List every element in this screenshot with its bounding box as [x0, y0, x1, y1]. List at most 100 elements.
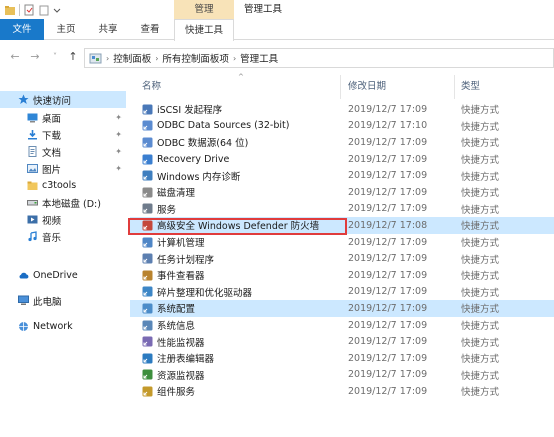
nav-label: Network	[33, 321, 73, 332]
table-row[interactable]: 系统信息 2019/12/7 17:09 快捷方式	[130, 317, 554, 334]
nav-item-network[interactable]: Network	[0, 318, 126, 335]
column-header-date[interactable]: 修改日期	[348, 75, 386, 99]
file-type: 快捷方式	[461, 370, 500, 382]
network-icon	[18, 321, 29, 332]
file-date: 2019/12/7 17:09	[348, 269, 428, 281]
file-type: 快捷方式	[461, 254, 500, 266]
table-row[interactable]: 性能监视器 2019/12/7 17:09 快捷方式	[130, 333, 554, 350]
nav-label: 本地磁盘 (D:)	[42, 198, 101, 210]
nav-label: 下载	[42, 130, 62, 142]
file-name: 注册表编辑器	[157, 354, 215, 366]
file-name: 计算机管理	[157, 238, 205, 250]
tab-view[interactable]: 查看	[132, 19, 168, 40]
file-name: 碎片整理和优化驱动器	[157, 287, 253, 299]
file-type: 快捷方式	[461, 188, 500, 200]
nav-item-local-disk-d[interactable]: 本地磁盘 (D:)	[0, 194, 126, 211]
nav-label: 图片	[42, 164, 62, 176]
column-header-type[interactable]: 类型	[461, 75, 480, 99]
shortcut-icon	[142, 270, 153, 281]
file-name: 系统配置	[157, 304, 196, 316]
table-row[interactable]: ODBC Data Sources (32-bit) 2019/12/7 17:1…	[130, 118, 554, 135]
file-name: 事件查看器	[157, 271, 205, 283]
properties-icon[interactable]	[23, 4, 35, 16]
music-icon	[27, 231, 38, 242]
pin-icon[interactable]: ✦	[115, 164, 122, 173]
nav-label: c3tools	[42, 180, 77, 191]
file-date: 2019/12/7 17:08	[348, 219, 428, 231]
table-row[interactable]: 服务 2019/12/7 17:09 快捷方式	[130, 201, 554, 218]
nav-item-videos[interactable]: 视频	[0, 211, 126, 228]
table-row[interactable]: 组件服务 2019/12/7 17:09 快捷方式	[130, 383, 554, 400]
nav-item-onedrive[interactable]: OneDrive	[0, 267, 126, 284]
table-row[interactable]: 磁盘清理 2019/12/7 17:09 快捷方式	[130, 184, 554, 201]
back-arrow-icon[interactable]: ←	[8, 50, 22, 64]
forward-arrow-icon[interactable]: →	[28, 50, 42, 64]
file-name: 高级安全 Windows Defender 防火墙	[157, 221, 320, 233]
table-row[interactable]: Windows 内存诊断 2019/12/7 17:09 快捷方式	[130, 167, 554, 184]
table-row[interactable]: 任务计划程序 2019/12/7 17:09 快捷方式	[130, 250, 554, 267]
tab-file[interactable]: 文件	[0, 19, 44, 40]
file-date: 2019/12/7 17:09	[348, 302, 428, 314]
shortcut-icon	[142, 203, 153, 214]
nav-label: 此电脑	[33, 296, 62, 308]
file-list: ^ 名称 修改日期 类型 iSCSI 发起程序 2019/12/7 17:09 快捷…	[130, 73, 554, 437]
table-row[interactable]: 高级安全 Windows Defender 防火墙 2019/12/7 17:08…	[130, 217, 554, 234]
nav-item-music[interactable]: 音乐	[0, 228, 126, 245]
file-date: 2019/12/7 17:09	[348, 286, 428, 298]
file-type: 快捷方式	[461, 105, 500, 117]
tab-share[interactable]: 共享	[88, 19, 128, 40]
shortcut-icon	[142, 104, 153, 115]
nav-item-desktop[interactable]: 桌面 ✦	[0, 109, 126, 126]
pin-icon[interactable]: ✦	[115, 113, 122, 122]
file-type: 快捷方式	[461, 238, 500, 250]
shortcut-icon	[142, 154, 153, 165]
pin-icon[interactable]: ✦	[115, 130, 122, 139]
shortcut-icon	[142, 170, 153, 181]
shortcut-icon	[142, 353, 153, 364]
nav-item-documents[interactable]: 文档 ✦	[0, 143, 126, 160]
file-name: 系统信息	[157, 321, 196, 333]
table-row[interactable]: 系统配置 2019/12/7 17:09 快捷方式	[130, 300, 554, 317]
breadcrumb-separator-icon: ›	[232, 53, 237, 63]
file-date: 2019/12/7 17:09	[348, 186, 428, 198]
file-date: 2019/12/7 17:09	[348, 136, 428, 148]
table-row[interactable]: 计算机管理 2019/12/7 17:09 快捷方式	[130, 234, 554, 251]
folder-icon	[27, 180, 38, 191]
window-title: 管理工具	[244, 4, 283, 15]
breadcrumb-separator-icon: ›	[106, 53, 110, 63]
file-type: 快捷方式	[461, 171, 500, 183]
nav-item-quick-access[interactable]: 快速访问	[0, 91, 126, 108]
nav-item-pictures[interactable]: 图片 ✦	[0, 160, 126, 177]
nav-label: OneDrive	[33, 270, 78, 281]
file-date: 2019/12/7 17:09	[348, 203, 428, 215]
table-row[interactable]: 资源监视器 2019/12/7 17:09 快捷方式	[130, 367, 554, 384]
picture-icon	[27, 163, 38, 174]
video-icon	[27, 214, 38, 225]
new-folder-icon[interactable]	[38, 4, 50, 16]
table-row[interactable]: 碎片整理和优化驱动器 2019/12/7 17:09 快捷方式	[130, 284, 554, 301]
nav-item-this-pc[interactable]: 此电脑	[0, 292, 126, 309]
document-icon	[27, 146, 38, 157]
star-icon	[18, 94, 29, 105]
breadcrumb-control-panel[interactable]: 控制面板	[113, 51, 151, 65]
nav-item-downloads[interactable]: 下载 ✦	[0, 126, 126, 143]
table-row[interactable]: ODBC 数据源(64 位) 2019/12/7 17:09 快捷方式	[130, 134, 554, 151]
tab-shortcut-tools[interactable]: 快捷工具	[174, 19, 234, 41]
table-row[interactable]: 事件查看器 2019/12/7 17:09 快捷方式	[130, 267, 554, 284]
breadcrumb-admin-tools[interactable]: 管理工具	[240, 51, 278, 65]
tab-home[interactable]: 主页	[48, 19, 84, 40]
file-name: ODBC Data Sources (32-bit)	[157, 120, 290, 132]
table-row[interactable]: Recovery Drive 2019/12/7 17:09 快捷方式	[130, 151, 554, 168]
up-arrow-icon[interactable]: ↑	[66, 50, 80, 64]
chevron-down-icon[interactable]	[53, 4, 61, 16]
table-row[interactable]: iSCSI 发起程序 2019/12/7 17:09 快捷方式	[130, 101, 554, 118]
breadcrumb-all-items[interactable]: 所有控制面板项	[162, 51, 229, 65]
control-panel-icon	[89, 52, 102, 65]
table-row[interactable]: 注册表编辑器 2019/12/7 17:09 快捷方式	[130, 350, 554, 367]
nav-item-c3tools[interactable]: c3tools	[0, 177, 126, 194]
column-header-name[interactable]: 名称	[142, 75, 161, 99]
shortcut-icon	[142, 386, 153, 397]
address-bar[interactable]: › 控制面板 › 所有控制面板项 › 管理工具	[84, 48, 554, 68]
recent-locations-icon[interactable]: ˅	[48, 50, 62, 64]
pin-icon[interactable]: ✦	[115, 147, 122, 156]
